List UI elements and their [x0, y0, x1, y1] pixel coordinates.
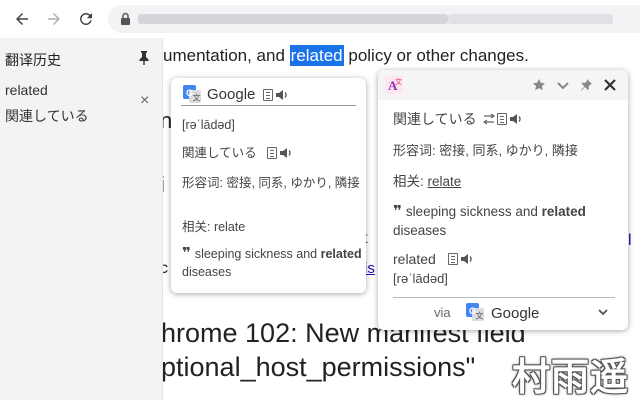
translation-text: 関連している: [182, 146, 257, 160]
history-word[interactable]: related: [5, 82, 48, 98]
copy-icon[interactable]: [263, 89, 273, 101]
example-sentence: ❞ sleeping sickness and related diseases: [393, 202, 618, 240]
blurred-url: [138, 14, 448, 24]
address-bar[interactable]: [108, 5, 640, 33]
adjective-meanings: 形容词: 密接, 同系, ゆかり, 隣接: [182, 176, 360, 190]
paragraph-line: umentation, and related policy or other …: [163, 45, 529, 66]
example-bold: related: [320, 247, 362, 261]
example-before: sleeping sickness and: [405, 204, 542, 219]
speaker-icon[interactable]: [279, 147, 293, 159]
reload-icon: [80, 12, 92, 25]
adjective-meanings: 形容词: 密接, 同系, ゆかり, 隣接: [393, 143, 578, 158]
chevron-down-icon[interactable]: [596, 305, 610, 319]
provider-name: Google: [207, 86, 256, 103]
close-button[interactable]: [601, 76, 619, 94]
arrow-right-icon: [48, 13, 60, 25]
selected-word[interactable]: related: [289, 45, 344, 66]
speaker-icon[interactable]: [275, 89, 289, 101]
star-icon: [533, 79, 545, 91]
related-label: 相关:: [393, 174, 428, 189]
extension-logo-icon: A 文: [385, 76, 403, 94]
translation: 関連している: [393, 111, 477, 127]
translation: 関連している: [182, 144, 257, 162]
example-after: diseases: [182, 265, 232, 279]
translation-popup: A 文 関連している 形容词: 密接, 同系, ゆかり, 隣接 相关: rela…: [378, 70, 628, 330]
history-delete-button[interactable]: ×: [140, 93, 149, 109]
quote-icon: ❞: [182, 245, 191, 262]
reload-button[interactable]: [74, 7, 98, 31]
speaker-icon[interactable]: [509, 113, 523, 125]
swap-icon[interactable]: [483, 113, 495, 125]
text-fragment: i: [163, 172, 165, 198]
page-link-right[interactable]: l: [628, 232, 632, 250]
forward-button[interactable]: [42, 7, 66, 31]
history-title: 翻译历史: [5, 52, 61, 68]
text-fragment: c: [163, 260, 168, 277]
copy-icon[interactable]: [497, 113, 507, 125]
browser-toolbar: [0, 0, 640, 38]
pin-icon[interactable]: [136, 50, 152, 66]
popup-titlebar: A 文: [378, 70, 628, 100]
svg-text:文: 文: [193, 93, 201, 103]
phonetic: [rəˈlādəd]: [393, 271, 448, 286]
history-panel: 翻译历史 related 関連している ×: [0, 38, 163, 400]
google-translate-popup: G 文 Google [rəˈlādəd] 関連している 形容词: 密接, 同系…: [171, 78, 366, 293]
svg-text:文: 文: [395, 77, 402, 86]
related-words: 相关: relate: [182, 220, 246, 234]
history-translation[interactable]: 関連している: [5, 106, 89, 126]
quote-icon: ❞: [393, 203, 402, 220]
text-before: umentation, and: [163, 46, 290, 65]
lock-icon: [121, 12, 130, 25]
section-heading-line2: ptional_host_permissions": [163, 352, 476, 382]
arrow-left-icon: [16, 13, 28, 25]
example-bold: related: [541, 204, 586, 219]
blurred-url-tail: [448, 14, 613, 24]
example-before: sleeping sickness and: [194, 247, 321, 261]
source-word: related: [393, 251, 436, 267]
back-button[interactable]: [10, 7, 34, 31]
pin-button[interactable]: [577, 76, 595, 94]
related-link[interactable]: relate: [428, 174, 462, 189]
text-after: policy or other changes.: [343, 46, 529, 65]
popup-header: G 文 Google: [181, 84, 356, 106]
provider-select[interactable]: Google: [491, 305, 539, 322]
copy-icon[interactable]: [448, 253, 458, 265]
chevron-down-icon: [557, 82, 569, 90]
favorite-button[interactable]: [530, 76, 548, 94]
watermark: 村雨遥: [512, 357, 630, 399]
collapse-button[interactable]: [554, 76, 572, 94]
svg-text:文: 文: [476, 311, 484, 321]
via-label: via: [434, 305, 451, 320]
example-sentence: ❞ sleeping sickness and related diseases: [182, 245, 362, 281]
phonetic: [rəˈlādəd]: [182, 118, 235, 132]
pin-icon: [581, 79, 592, 91]
google-translate-icon: G 文: [183, 85, 201, 103]
example-after: diseases: [393, 223, 447, 238]
close-icon: [604, 79, 616, 91]
copy-icon[interactable]: [267, 147, 277, 159]
divider: [393, 297, 615, 298]
related-words: 相关: relate: [393, 172, 461, 191]
speaker-icon[interactable]: [460, 253, 474, 265]
google-translate-icon: G 文: [466, 303, 484, 321]
